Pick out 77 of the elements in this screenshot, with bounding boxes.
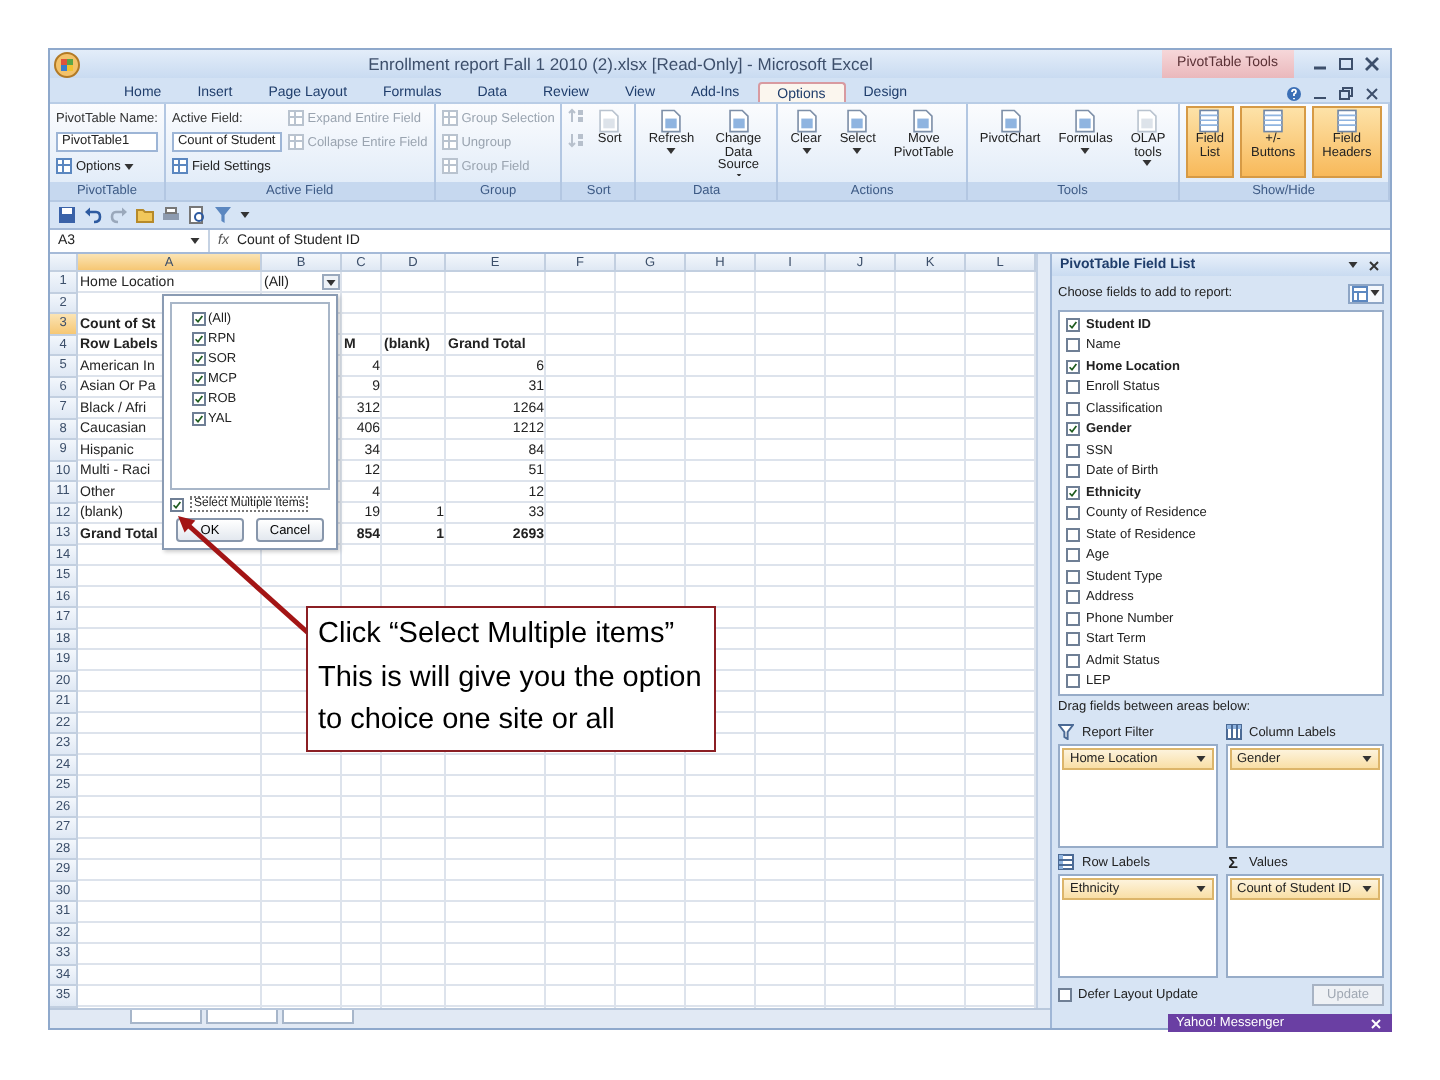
- caret-icon: [240, 212, 250, 218]
- caret-icon: [1362, 756, 1372, 762]
- checkbox[interactable]: [1066, 611, 1080, 626]
- caret-icon: [326, 279, 336, 285]
- checkbox[interactable]: [1066, 443, 1080, 458]
- checkbox[interactable]: [1066, 359, 1080, 374]
- checkbox[interactable]: [1066, 317, 1080, 332]
- checkbox[interactable]: [192, 371, 206, 385]
- close-icon[interactable]: [1364, 56, 1380, 72]
- rows-icon: [1058, 854, 1074, 870]
- sum-symbol: Σ: [1226, 853, 1240, 871]
- layout-button[interactable]: [1348, 283, 1384, 303]
- document-icon: [725, 108, 752, 134]
- checkbox[interactable]: [192, 411, 206, 425]
- checkbox[interactable]: [192, 351, 206, 365]
- close-icon[interactable]: [1366, 257, 1382, 273]
- checkbox[interactable]: [170, 497, 184, 511]
- checkbox[interactable]: [1066, 590, 1080, 605]
- close-icon[interactable]: [1364, 86, 1380, 102]
- document-icon: [596, 108, 623, 134]
- panel-icon: [1196, 108, 1223, 134]
- grid-icon: [56, 158, 72, 174]
- columns-icon: [1225, 724, 1241, 740]
- checkbox[interactable]: [1066, 632, 1080, 647]
- funnel-icon[interactable]: [214, 206, 232, 224]
- grid-icon: [441, 134, 458, 150]
- grid-icon: [441, 110, 458, 126]
- save-icon[interactable]: [58, 206, 76, 224]
- help-icon[interactable]: [1286, 86, 1302, 102]
- checkbox[interactable]: [192, 331, 206, 345]
- caret-icon: [1195, 756, 1205, 762]
- document-icon: [910, 108, 937, 134]
- grid-icon: [171, 158, 188, 174]
- filter-button[interactable]: [322, 274, 340, 290]
- document-icon: [997, 108, 1024, 134]
- preview-icon[interactable]: [188, 206, 206, 224]
- document-icon: [793, 108, 820, 134]
- checkbox[interactable]: [1066, 338, 1080, 353]
- folder-icon[interactable]: [136, 206, 154, 224]
- caret-icon: [1348, 262, 1358, 268]
- checkbox[interactable]: [1066, 485, 1080, 500]
- document-icon: [1134, 108, 1161, 134]
- caret-icon: [1195, 886, 1205, 892]
- checkbox[interactable]: [1066, 569, 1080, 584]
- document-icon: [844, 108, 871, 134]
- funnel-icon: [1058, 724, 1074, 740]
- checkbox[interactable]: [192, 311, 206, 325]
- scrollbar[interactable]: [1036, 254, 1050, 1008]
- checkbox[interactable]: [1066, 380, 1080, 395]
- grid-icon: [441, 158, 458, 174]
- caret-icon: [1370, 290, 1380, 296]
- checkbox[interactable]: [1066, 527, 1080, 542]
- grid-icon: [287, 134, 304, 150]
- checkbox[interactable]: [1066, 401, 1080, 416]
- printer-icon[interactable]: [162, 206, 180, 224]
- layout-icon: [1352, 285, 1368, 301]
- document-icon: [658, 108, 685, 134]
- undo-icon[interactable]: [84, 206, 102, 224]
- checkbox[interactable]: [1066, 464, 1080, 479]
- caret-icon: [1362, 886, 1372, 892]
- checkbox[interactable]: [1066, 653, 1080, 668]
- callout-note: Click “Select Multiple items” This is will give you the option to choice one site or all: [306, 606, 716, 751]
- document-icon: [1072, 108, 1099, 134]
- checkbox[interactable]: [1058, 988, 1072, 1002]
- checkbox[interactable]: [1066, 422, 1080, 437]
- restore-icon[interactable]: [1338, 86, 1354, 102]
- checkbox[interactable]: [1066, 548, 1080, 563]
- panel-icon: [1260, 108, 1287, 134]
- maximize-icon[interactable]: [1338, 56, 1354, 72]
- checkbox[interactable]: [192, 391, 206, 405]
- grid-icon: [287, 110, 304, 126]
- checkbox[interactable]: [1066, 506, 1080, 521]
- window-title: Enrollment report Fall 1 2010 (2).xlsx [Read-Only] - Microsoft Excel: [366, 54, 875, 74]
- checkbox[interactable]: [1066, 674, 1080, 689]
- panel-icon: [1333, 108, 1360, 134]
- caret-icon: [190, 238, 200, 244]
- office-button[interactable]: [54, 51, 80, 77]
